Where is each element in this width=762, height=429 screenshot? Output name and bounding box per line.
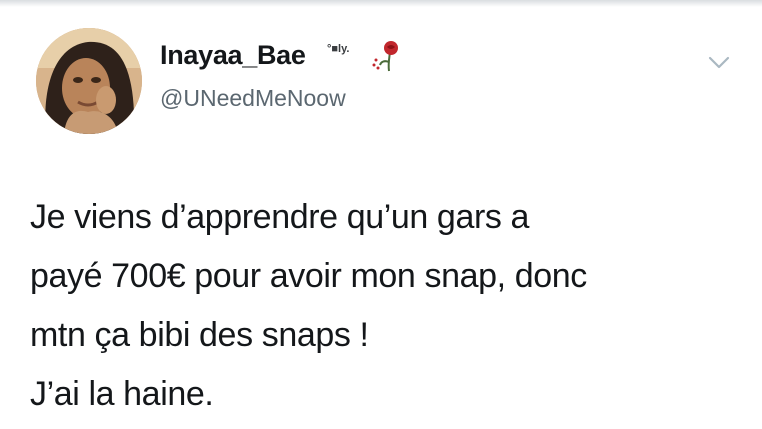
display-name[interactable]: Inayaa_Bae	[160, 40, 306, 71]
tweet-text: Je viens d’apprendre qu’un gars a payé 7…	[30, 188, 750, 424]
tweet-card: Inayaa_Bae °■ly. @UNeedMeNoow Je viens d…	[0, 0, 762, 429]
avatar[interactable]	[36, 28, 142, 134]
tweet-text-line: Je viens d’apprendre qu’un gars a	[30, 198, 530, 236]
chevron-down-icon[interactable]	[706, 52, 732, 72]
avatar-photo-icon	[36, 28, 142, 134]
tweet-text-line: payé 700€ pour avoir mon snap, donc	[30, 257, 587, 295]
display-name-suffix: °■ly.	[327, 43, 350, 55]
rose-icon	[372, 41, 398, 72]
top-divider	[0, 0, 762, 7]
tweet-text-line: mtn ça bibi des snaps !	[30, 316, 369, 354]
user-handle[interactable]: @UNeedMeNoow	[160, 85, 346, 112]
tweet-text-line: J’ai la haine.	[30, 375, 214, 413]
